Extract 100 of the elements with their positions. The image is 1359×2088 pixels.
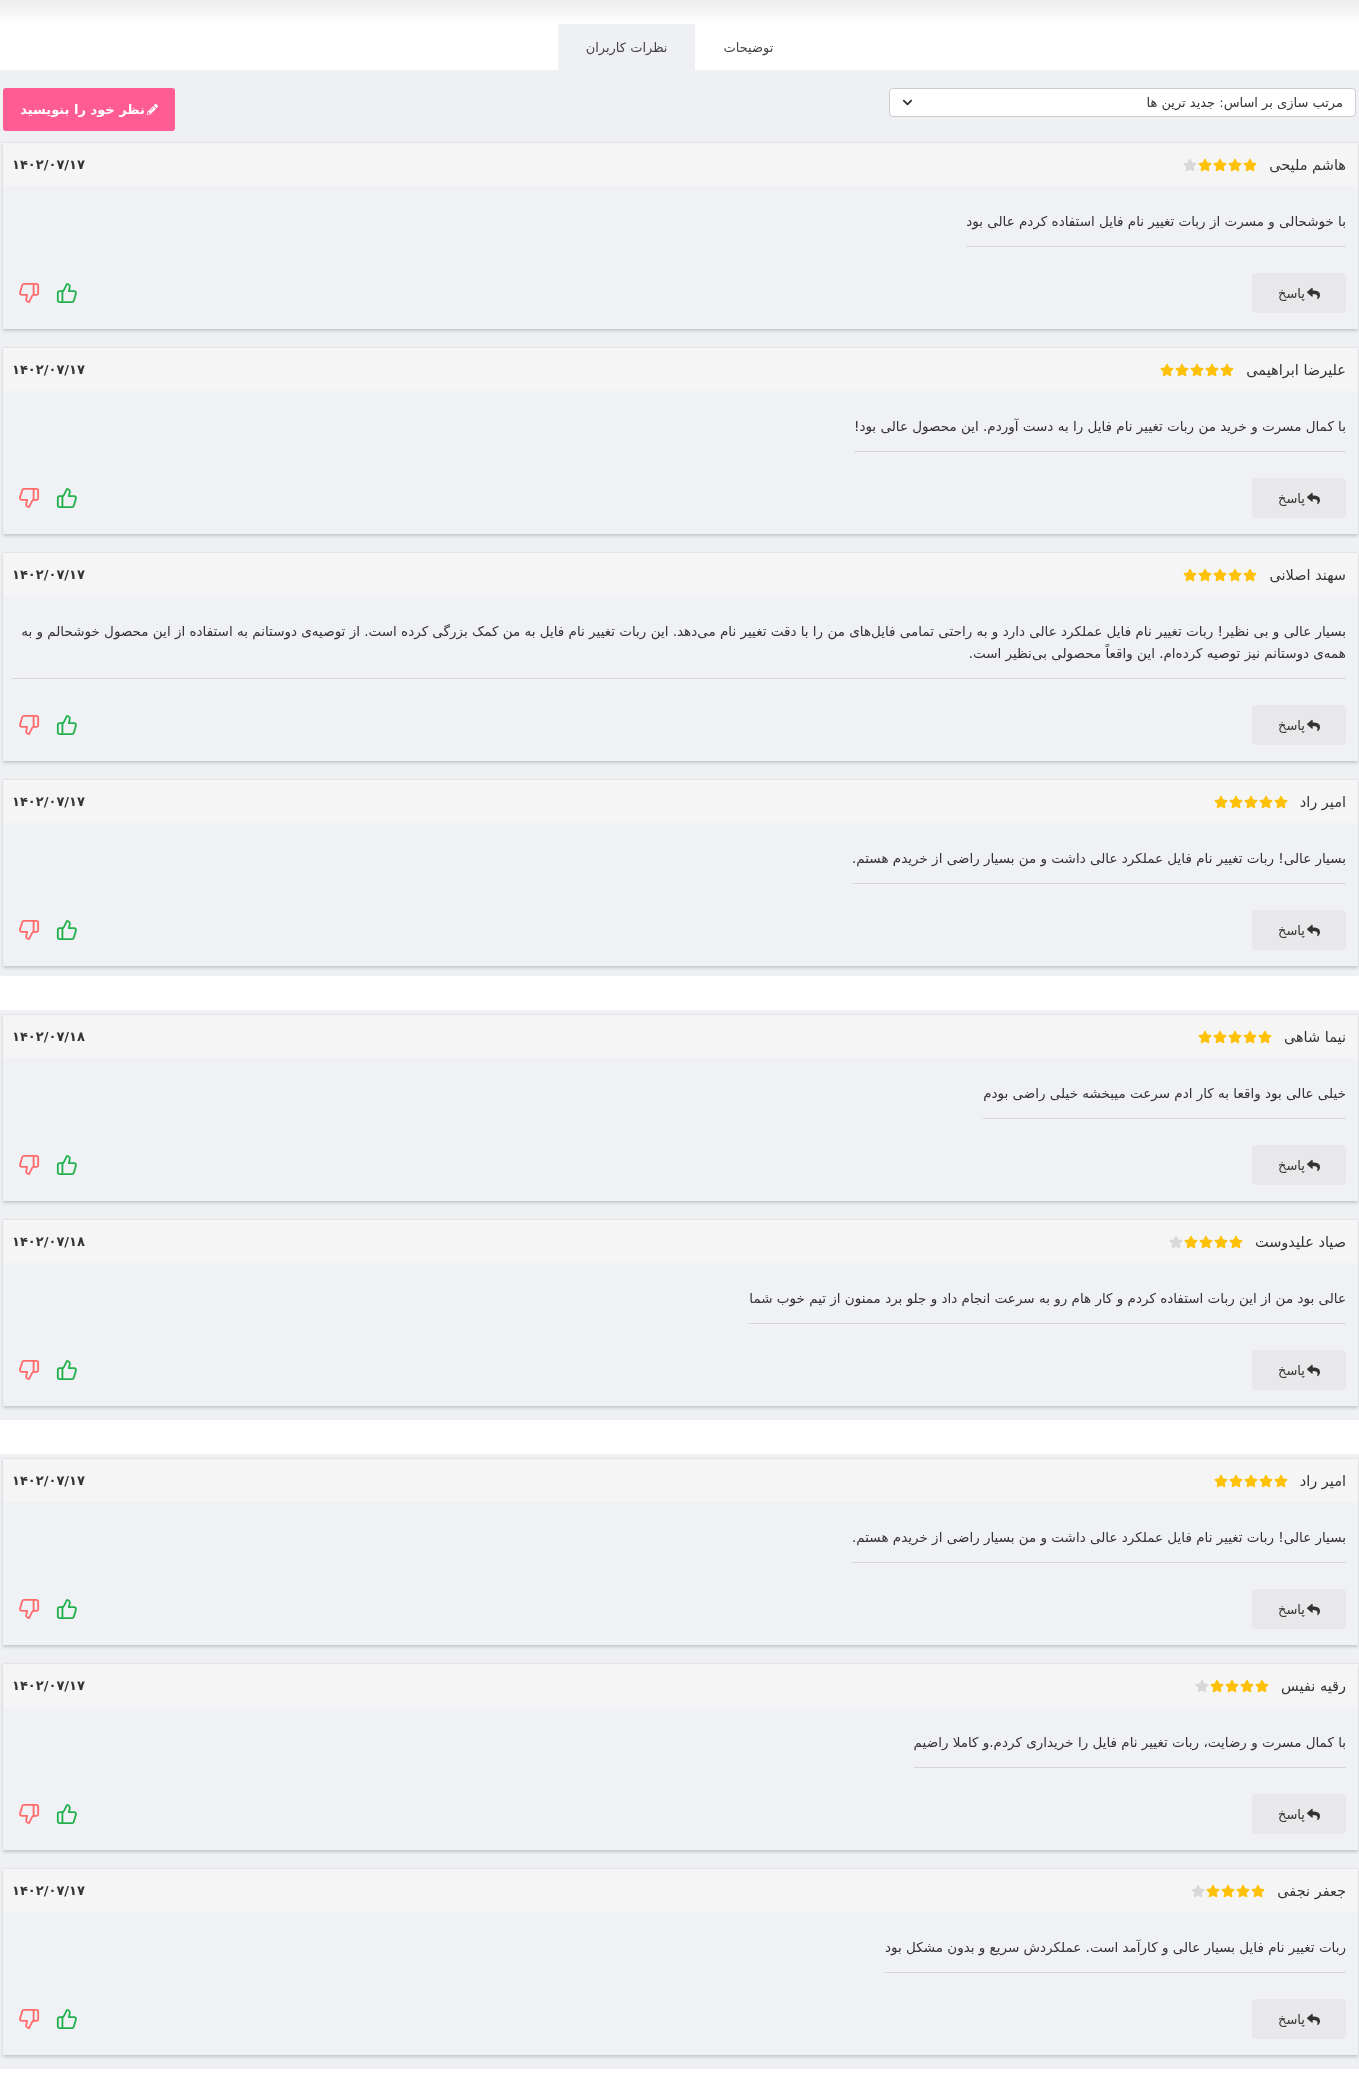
reply-button[interactable]: پاسخ bbox=[1252, 1145, 1346, 1185]
review-text: بسیار عالی! ربات تغییر نام فایل عملکرد عالی داشت و من بسیار راضی از خریدم هستم. bbox=[852, 1526, 1346, 1563]
reply-icon bbox=[1306, 923, 1320, 937]
star-icon bbox=[1183, 567, 1198, 582]
thumbs-up-icon[interactable] bbox=[56, 1598, 78, 1620]
star-icon bbox=[1221, 1883, 1236, 1898]
reply-icon bbox=[1306, 491, 1320, 505]
reply-button[interactable]: پاسخ bbox=[1252, 273, 1346, 313]
review-date: ۱۴۰۲/۰۷/۱۷ bbox=[12, 362, 85, 377]
star-icon bbox=[1213, 157, 1228, 172]
reply-button[interactable]: پاسخ bbox=[1252, 1350, 1346, 1390]
sort-select[interactable]: مرتب سازی بر اساس: جدید ترین ها bbox=[889, 88, 1356, 117]
reply-icon bbox=[1306, 718, 1320, 732]
reply-icon bbox=[1306, 1158, 1320, 1172]
star-icon bbox=[1184, 1234, 1198, 1249]
reply-button[interactable]: پاسخ bbox=[1252, 1589, 1346, 1629]
review-text: با کمال مسرت و رضایت، ربات تغییر نام فایل را خریداری کردم.و کاملا راضیم bbox=[913, 1731, 1346, 1768]
star-icon bbox=[1220, 362, 1235, 377]
star-icon bbox=[1190, 362, 1205, 377]
review-date: ۱۴۰۲/۰۷/۱۸ bbox=[12, 1029, 85, 1044]
review-date: ۱۴۰۲/۰۷/۱۷ bbox=[12, 1473, 85, 1488]
star-icon bbox=[1258, 1473, 1273, 1488]
star-icon bbox=[1183, 157, 1198, 172]
reply-button[interactable]: پاسخ bbox=[1252, 910, 1346, 950]
reviewer-name: امیر راد bbox=[1299, 1472, 1346, 1489]
chevron-icon bbox=[902, 97, 913, 108]
review-date: ۱۴۰۲/۰۷/۱۷ bbox=[12, 1883, 85, 1898]
star-icon bbox=[1169, 1234, 1183, 1249]
star-icon bbox=[1228, 794, 1243, 809]
review-text: بسیار عالی! ربات تغییر نام فایل عملکرد عالی داشت و من بسیار راضی از خریدم هستم. bbox=[852, 847, 1346, 884]
review-text: خیلی عالی بود واقعا به کار ادم سرعت میبخشه خیلی راضی بودم bbox=[983, 1082, 1346, 1119]
pencil-icon bbox=[146, 104, 158, 115]
star-icon bbox=[1205, 362, 1220, 377]
review-text: ربات تغییر نام فایل بسیار عالی و کارآمد است. عملکردش سریع و بدون مشکل بود bbox=[884, 1936, 1346, 1973]
review-date: ۱۴۰۲/۰۷/۱۷ bbox=[12, 794, 85, 809]
review-date: ۱۴۰۲/۰۷/۱۷ bbox=[12, 567, 85, 582]
thumbs-up-icon[interactable] bbox=[56, 1803, 78, 1825]
star-icon bbox=[1228, 567, 1243, 582]
star-icon bbox=[1191, 1883, 1206, 1898]
thumbs-down-icon[interactable] bbox=[18, 1803, 40, 1825]
thumbs-down-icon[interactable] bbox=[18, 1154, 40, 1176]
star-icon bbox=[1236, 1883, 1251, 1898]
star-icon bbox=[1198, 567, 1213, 582]
star-icon bbox=[1198, 157, 1213, 172]
star-icon bbox=[1273, 794, 1288, 809]
star-icon bbox=[1257, 1029, 1272, 1044]
thumbs-down-icon[interactable] bbox=[18, 487, 40, 509]
thumbs-down-icon[interactable] bbox=[18, 2008, 40, 2030]
star-icon bbox=[1251, 1883, 1266, 1898]
review-text: با کمال مسرت و خرید من ربات تغییر نام فایل را به دست آوردم. این محصول عالی بود! bbox=[853, 415, 1346, 452]
review-date: ۱۴۰۲/۰۷/۱۷ bbox=[12, 1678, 85, 1693]
thumbs-down-icon[interactable] bbox=[18, 1598, 40, 1620]
reply-button[interactable]: پاسخ bbox=[1252, 1794, 1346, 1834]
thumbs-down-icon[interactable] bbox=[18, 282, 40, 304]
thumbs-up-icon[interactable] bbox=[56, 714, 78, 736]
star-icon bbox=[1243, 567, 1258, 582]
reply-icon bbox=[1306, 2012, 1320, 2026]
star-icon bbox=[1242, 1029, 1257, 1044]
star-icon bbox=[1255, 1678, 1270, 1693]
star-icon bbox=[1210, 1678, 1225, 1693]
star-icon bbox=[1228, 1473, 1243, 1488]
thumbs-up-icon[interactable] bbox=[56, 487, 78, 509]
tab[interactable]: نظرات کاربران bbox=[557, 24, 696, 70]
reviewer-name: جعفر نجفی bbox=[1277, 1882, 1346, 1899]
star-icon bbox=[1199, 1234, 1213, 1249]
thumbs-up-icon[interactable] bbox=[56, 919, 78, 941]
reply-icon bbox=[1306, 1363, 1320, 1377]
review-date: ۱۴۰۲/۰۷/۱۷ bbox=[12, 157, 85, 172]
star-icon bbox=[1213, 794, 1228, 809]
review-date: ۱۴۰۲/۰۷/۱۸ bbox=[12, 1234, 85, 1249]
star-icon bbox=[1258, 794, 1273, 809]
reviewer-name: علیرضا ابراهیمی bbox=[1246, 361, 1346, 378]
thumbs-up-icon[interactable] bbox=[56, 1359, 78, 1381]
reply-icon bbox=[1306, 1602, 1320, 1616]
star-icon bbox=[1212, 1029, 1227, 1044]
reply-button[interactable]: پاسخ bbox=[1252, 705, 1346, 745]
review-text: بسیار عالی و بی نظیر! ربات تغییر نام فایل عملکرد عالی دارد و به راحتی تمامی فایل‌های من را با دقت تغییر نام می‌دهد. این ربات تغییر نام فایل به من کمک بزرگی کرده است. از توصیه‌ی دوستانم به استفاده از این محصول خوشحالم و به همه‌ی دوستانم نیز توصیه کرده‌ام. این واقعاً محصولی بی‌نظیر است. bbox=[12, 620, 1346, 679]
thumbs-up-icon[interactable] bbox=[56, 2008, 78, 2030]
star-icon bbox=[1175, 362, 1190, 377]
star-icon bbox=[1195, 1678, 1210, 1693]
thumbs-down-icon[interactable] bbox=[18, 919, 40, 941]
reply-button[interactable]: پاسخ bbox=[1252, 1999, 1346, 2039]
reviewer-name: رقیه نفیس bbox=[1281, 1677, 1346, 1694]
thumbs-up-icon[interactable] bbox=[56, 1154, 78, 1176]
review-text: با خوشحالی و مسرت از ربات تغییر نام فایل استفاده کردم عالی بود bbox=[966, 210, 1346, 247]
reply-icon bbox=[1306, 1807, 1320, 1821]
star-icon bbox=[1243, 1473, 1258, 1488]
star-icon bbox=[1228, 157, 1243, 172]
star-icon bbox=[1229, 1234, 1243, 1249]
star-icon bbox=[1206, 1883, 1221, 1898]
reply-button[interactable]: پاسخ bbox=[1252, 478, 1346, 518]
reviewer-name: نیما شاهی bbox=[1283, 1028, 1346, 1045]
reviewer-name: هاشم ملیحی bbox=[1269, 156, 1346, 173]
star-icon bbox=[1225, 1678, 1240, 1693]
thumbs-down-icon[interactable] bbox=[18, 1359, 40, 1381]
reviewer-name: امیر راد bbox=[1299, 793, 1346, 810]
star-icon bbox=[1214, 1234, 1228, 1249]
thumbs-up-icon[interactable] bbox=[56, 282, 78, 304]
reply-icon bbox=[1306, 286, 1320, 300]
thumbs-down-icon[interactable] bbox=[18, 714, 40, 736]
